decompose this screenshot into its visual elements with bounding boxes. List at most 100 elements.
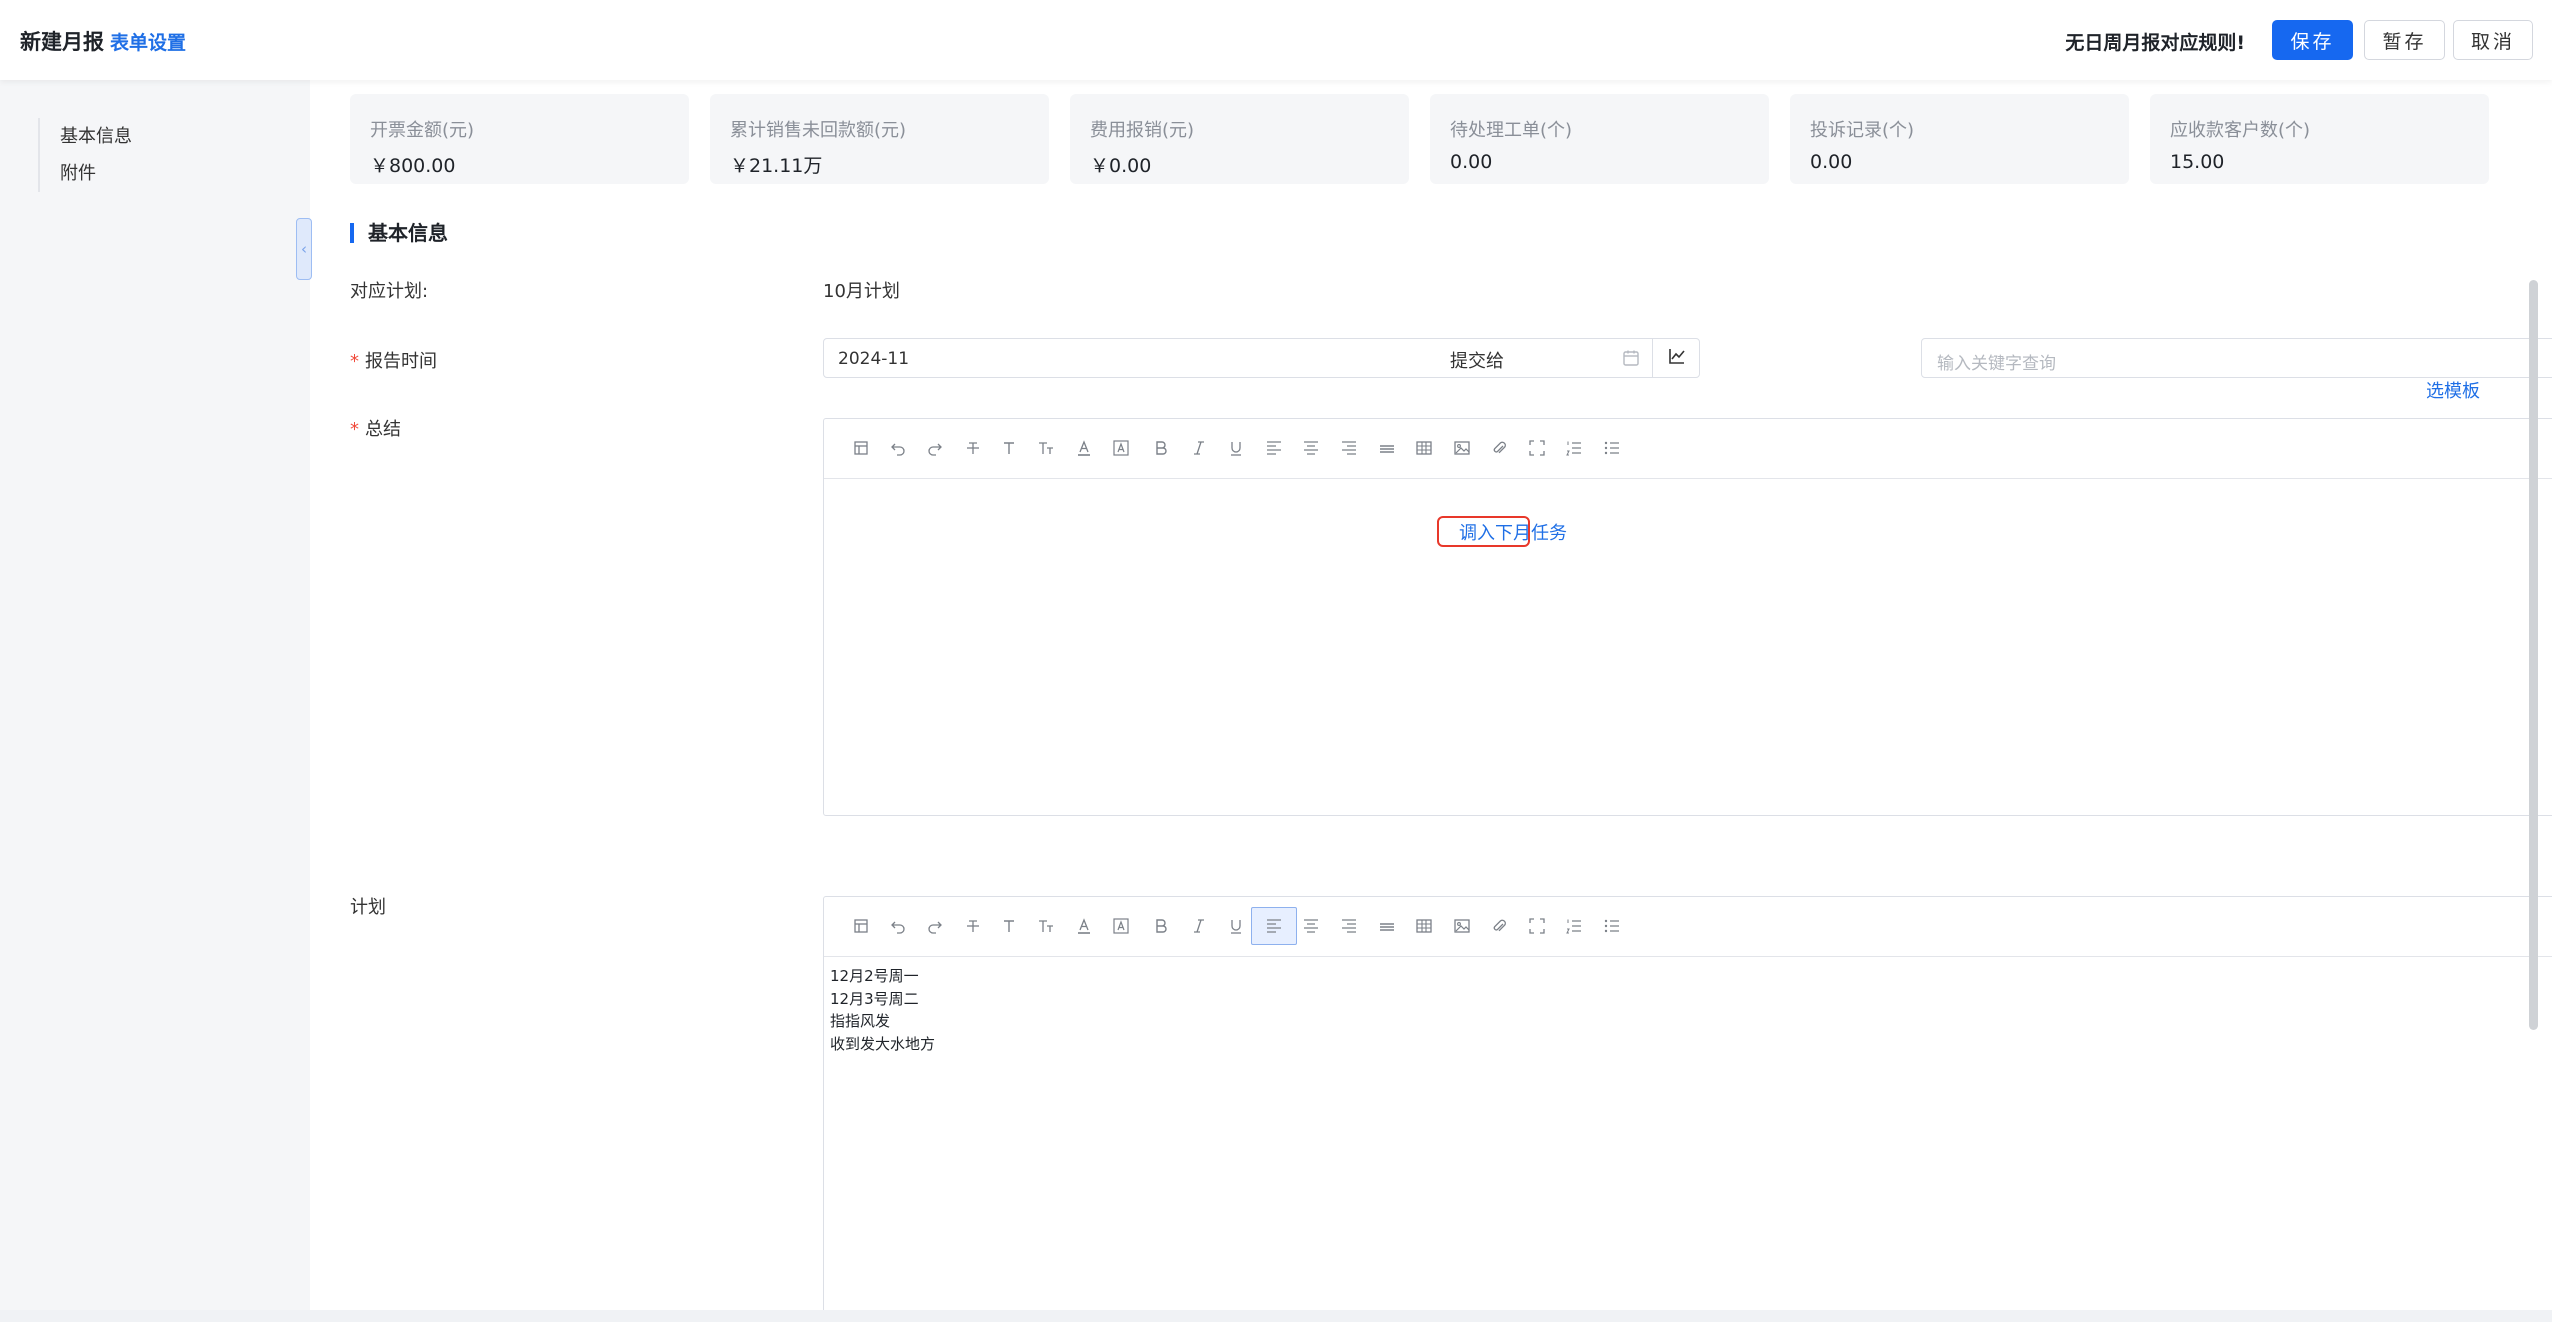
ordered-list-icon[interactable] bbox=[1561, 913, 1587, 939]
submit-to-label: 提交给 bbox=[1450, 351, 1504, 372]
sidebar: 基本信息 附件 bbox=[0, 80, 310, 1310]
stat-card: 费用报销(元) ￥0.00 bbox=[1070, 94, 1409, 184]
plan-line: 12月3号周二 bbox=[830, 989, 919, 1008]
save-button[interactable]: 保存 bbox=[2272, 20, 2353, 60]
strikethrough-icon[interactable] bbox=[960, 913, 986, 939]
strikethrough-icon[interactable] bbox=[960, 435, 986, 461]
stat-card: 开票金额(元) ￥800.00 bbox=[350, 94, 689, 184]
align-right-icon[interactable] bbox=[1336, 913, 1362, 939]
section-title: 基本信息 bbox=[350, 223, 448, 243]
line-chart-icon bbox=[1667, 346, 1687, 371]
stat-value: ￥21.11万 bbox=[730, 155, 823, 177]
stat-value: 15.00 bbox=[2170, 151, 2225, 173]
table-icon[interactable] bbox=[1411, 913, 1437, 939]
background-color-icon[interactable] bbox=[1108, 913, 1134, 939]
vertical-scrollbar[interactable] bbox=[2529, 280, 2538, 1030]
italic-icon[interactable] bbox=[1186, 435, 1212, 461]
stat-card: 应收款客户数(个) 15.00 bbox=[2150, 94, 2489, 184]
plan-editor-body[interactable]: 12月2号周一 12月3号周二 指指风发 收到发大水地方 bbox=[824, 957, 2552, 1063]
choose-template-link[interactable]: 选模板 bbox=[2426, 377, 2480, 403]
summary-editor[interactable] bbox=[823, 418, 2552, 816]
stat-value: ￥0.00 bbox=[1090, 155, 1152, 177]
editor-toolbar bbox=[824, 897, 2552, 957]
stat-card: 待处理工单(个) 0.00 bbox=[1430, 94, 1769, 184]
align-right-icon[interactable] bbox=[1336, 435, 1362, 461]
cancel-button[interactable]: 取消 bbox=[2453, 20, 2533, 60]
underline-icon[interactable] bbox=[1223, 913, 1249, 939]
text-size-icon[interactable] bbox=[1033, 435, 1059, 461]
underline-icon[interactable] bbox=[1223, 435, 1249, 461]
attachment-icon[interactable] bbox=[1486, 913, 1512, 939]
sidebar-item-attachments[interactable]: 附件 bbox=[60, 155, 132, 192]
italic-icon[interactable] bbox=[1186, 913, 1212, 939]
plan-editor[interactable]: 12月2号周一 12月3号周二 指指风发 收到发大水地方 bbox=[823, 896, 2552, 1310]
sidebar-item-basic-info[interactable]: 基本信息 bbox=[60, 118, 132, 155]
editor-toolbar bbox=[824, 419, 2552, 479]
report-time-input[interactable]: 2024-11 bbox=[823, 338, 1700, 378]
import-tasks-highlight-frame bbox=[1437, 516, 1530, 547]
text-size-icon[interactable] bbox=[1033, 913, 1059, 939]
fullscreen-icon[interactable] bbox=[1524, 435, 1550, 461]
form-settings-link[interactable]: 表单设置 bbox=[110, 28, 186, 55]
format-painter-icon[interactable] bbox=[848, 435, 874, 461]
plan-label: 对应计划: bbox=[350, 281, 429, 302]
anchor-nav: 基本信息 附件 bbox=[38, 118, 132, 192]
fullscreen-icon[interactable] bbox=[1524, 913, 1550, 939]
unordered-list-icon[interactable] bbox=[1599, 435, 1625, 461]
stat-label: 应收款客户数(个) bbox=[2170, 120, 2311, 141]
required-mark: * bbox=[350, 351, 359, 372]
summary-label: * 总结 bbox=[350, 415, 401, 441]
plan-editor-label: 计划 bbox=[350, 897, 386, 918]
plan-line: 12月2号周一 bbox=[830, 967, 919, 985]
align-center-icon[interactable] bbox=[1298, 913, 1324, 939]
stat-value: 0.00 bbox=[1810, 151, 1853, 173]
summary-label-text: 总结 bbox=[365, 419, 401, 440]
top-bar: 新建月报 表单设置 无日周月报对应规则! 保存 暂存 取消 bbox=[0, 0, 2552, 80]
align-left-icon[interactable] bbox=[1261, 435, 1287, 461]
ordered-list-icon[interactable] bbox=[1561, 435, 1587, 461]
unordered-list-icon[interactable] bbox=[1599, 913, 1625, 939]
undo-icon[interactable] bbox=[885, 435, 911, 461]
submit-to-input[interactable]: 输入关键字查询 ··· bbox=[1921, 338, 2552, 378]
report-time-label-text: 报告时间 bbox=[365, 351, 437, 372]
submit-to-placeholder: 输入关键字查询 bbox=[1937, 354, 2056, 374]
font-size-icon[interactable] bbox=[996, 913, 1022, 939]
image-icon[interactable] bbox=[1449, 913, 1475, 939]
justify-icon[interactable] bbox=[1374, 435, 1400, 461]
summary-editor-body[interactable] bbox=[824, 479, 2552, 495]
font-color-icon[interactable] bbox=[1071, 435, 1097, 461]
align-center-icon[interactable] bbox=[1298, 435, 1324, 461]
redo-icon[interactable] bbox=[922, 435, 948, 461]
required-mark: * bbox=[350, 419, 359, 440]
bold-icon[interactable] bbox=[1148, 435, 1174, 461]
stat-card: 累计销售未回款额(元) ￥21.11万 bbox=[710, 94, 1049, 184]
rule-warning-text: 无日周月报对应规则! bbox=[2065, 32, 2245, 54]
bold-icon[interactable] bbox=[1148, 913, 1174, 939]
stat-label: 累计销售未回款额(元) bbox=[730, 120, 907, 141]
font-color-icon[interactable] bbox=[1071, 913, 1097, 939]
image-icon[interactable] bbox=[1449, 435, 1475, 461]
format-painter-icon[interactable] bbox=[848, 913, 874, 939]
attachment-icon[interactable] bbox=[1486, 435, 1512, 461]
report-time-label: * 报告时间 bbox=[350, 347, 437, 373]
undo-icon[interactable] bbox=[885, 913, 911, 939]
plan-line: 收到发大水地方 bbox=[830, 1034, 936, 1053]
justify-icon[interactable] bbox=[1374, 913, 1400, 939]
font-size-icon[interactable] bbox=[996, 435, 1022, 461]
calendar-icon[interactable] bbox=[1621, 348, 1641, 368]
page-title: 新建月报 bbox=[20, 30, 104, 54]
stat-label: 费用报销(元) bbox=[1090, 120, 1195, 141]
stat-value: ￥800.00 bbox=[370, 155, 456, 177]
sidebar-collapse-handle[interactable]: ‹ bbox=[296, 218, 312, 280]
draft-button[interactable]: 暂存 bbox=[2364, 20, 2445, 60]
report-time-value: 2024-11 bbox=[838, 349, 910, 369]
stat-label: 开票金额(元) bbox=[370, 120, 475, 141]
table-icon[interactable] bbox=[1411, 435, 1437, 461]
trend-chart-button[interactable] bbox=[1652, 339, 1700, 377]
stat-label: 待处理工单(个) bbox=[1450, 120, 1573, 141]
stat-card: 投诉记录(个) 0.00 bbox=[1790, 94, 2129, 184]
redo-icon[interactable] bbox=[922, 913, 948, 939]
stat-label: 投诉记录(个) bbox=[1810, 120, 1915, 141]
background-color-icon[interactable] bbox=[1108, 435, 1134, 461]
align-left-icon[interactable] bbox=[1251, 907, 1297, 945]
